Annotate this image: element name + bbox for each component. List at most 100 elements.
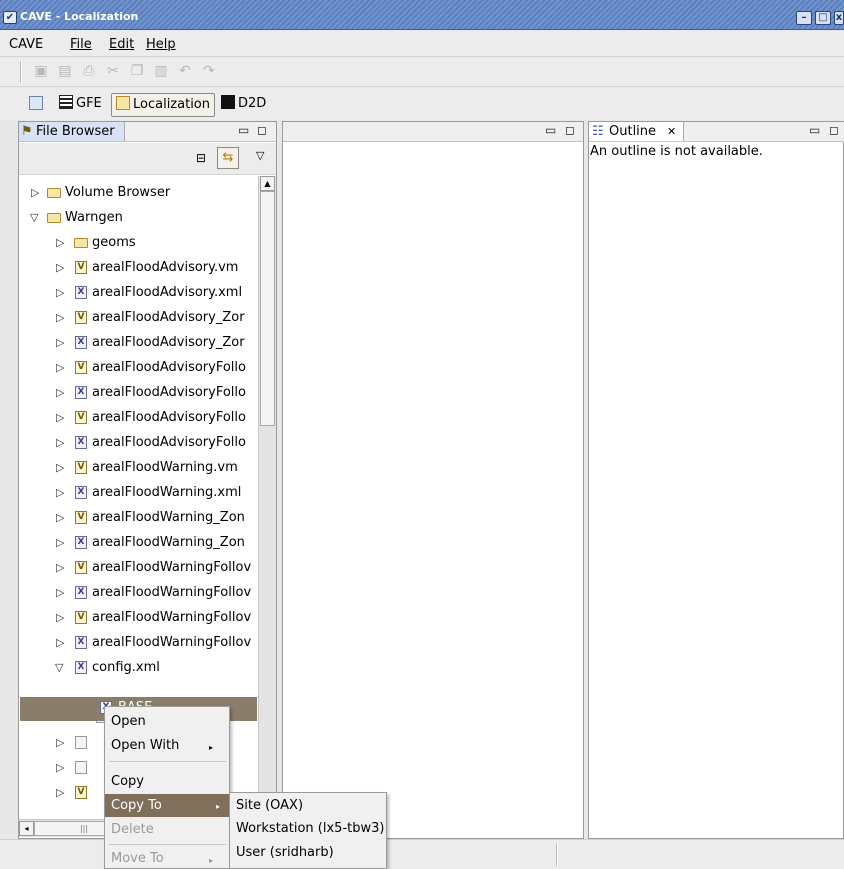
expand-icon[interactable]: ▷ <box>56 506 64 530</box>
tree-item-file[interactable]: ▷ V arealFloodAdvisory_Zor <box>19 306 258 330</box>
file-icon <box>75 761 87 774</box>
collapse-all-icon[interactable]: ⊟ <box>196 151 206 165</box>
expand-icon[interactable]: ▷ <box>56 781 64 805</box>
tree-item-file[interactable]: ▷ X arealFloodWarning.xml <box>19 481 258 505</box>
xml-file-icon: X <box>75 661 87 674</box>
tree-vertical-scrollbar[interactable]: ▲ <box>258 176 276 819</box>
expand-icon[interactable]: ▷ <box>56 306 64 330</box>
tree-item-geoms[interactable]: ▷ geoms <box>19 231 258 255</box>
menu-cave[interactable]: CAVE <box>9 37 43 52</box>
submenu-arrow-icon: ▸ <box>209 743 214 752</box>
maximize-view-icon[interactable]: ◻ <box>257 123 269 137</box>
tree-item-label: arealFloodWarning.vm <box>92 460 238 475</box>
tree-item-file[interactable]: ▷ X arealFloodWarningFollov <box>19 581 258 605</box>
context-menu: Open Open With ▸ Copy Copy To ▸ Delete M… <box>104 706 230 869</box>
scroll-thumb[interactable] <box>260 191 275 426</box>
cut-icon[interactable]: ✂ <box>105 62 121 80</box>
tree-item-file[interactable]: ▷ V arealFloodWarning_Zon <box>19 506 258 530</box>
perspective-localization-label: Localization <box>133 97 210 112</box>
menu-edit[interactable]: Edit <box>109 37 134 52</box>
xml-file-icon: X <box>75 436 87 449</box>
expand-icon[interactable]: ▷ <box>56 331 64 355</box>
tree-item-volume-browser[interactable]: ▷ Volume Browser <box>19 181 258 205</box>
link-with-editor-icon[interactable]: ⇆ <box>217 147 239 169</box>
expand-icon[interactable]: ▷ <box>56 556 64 580</box>
file-browser-title: File Browser <box>36 124 115 139</box>
submenu-item-workstation[interactable]: Workstation (lx5-tbw3) <box>230 817 386 840</box>
menu-item-delete[interactable]: Delete <box>105 818 229 841</box>
scroll-up-icon[interactable]: ▲ <box>260 176 275 191</box>
tree-item-warngen[interactable]: ▽ Warngen <box>19 206 258 230</box>
maximize-view-icon[interactable]: ◻ <box>829 123 841 137</box>
close-icon[interactable]: x <box>834 11 844 25</box>
expand-icon[interactable]: ▷ <box>56 231 64 255</box>
expand-icon[interactable]: ▷ <box>56 256 64 280</box>
maximize-view-icon[interactable]: ◻ <box>565 123 577 137</box>
expand-icon[interactable]: ▷ <box>56 731 64 755</box>
velocity-file-icon: V <box>75 361 87 374</box>
tree-item-file[interactable]: ▷ V arealFloodAdvisoryFollo <box>19 406 258 430</box>
tree-item-config-xml[interactable]: ▽ X config.xml <box>19 656 258 680</box>
perspective-localization[interactable]: Localization <box>111 93 215 117</box>
minimize-view-icon[interactable]: ▭ <box>238 123 251 137</box>
tree-item-file[interactable]: ▷ V arealFloodAdvisory.vm <box>19 256 258 280</box>
xml-file-icon: X <box>75 586 87 599</box>
expand-icon[interactable]: ▷ <box>56 406 64 430</box>
minimize-view-icon[interactable]: ▭ <box>809 123 822 137</box>
expand-icon[interactable]: ▷ <box>56 381 64 405</box>
expand-icon[interactable]: ▷ <box>56 581 64 605</box>
menu-item-open[interactable]: Open <box>105 710 229 733</box>
perspective-gfe[interactable]: GFE <box>55 93 106 117</box>
perspective-d2d[interactable]: D2D <box>217 93 270 117</box>
expand-icon[interactable]: ▷ <box>56 356 64 380</box>
tree-item-file[interactable]: ▷ X arealFloodAdvisory_Zor <box>19 331 258 355</box>
tree-item-file[interactable]: ▷ X arealFloodAdvisoryFollo <box>19 381 258 405</box>
expand-icon[interactable]: ▷ <box>56 631 64 655</box>
open-perspective-icon[interactable] <box>25 94 47 118</box>
close-view-icon[interactable]: ✕ <box>667 125 676 138</box>
paste-icon[interactable]: ▥ <box>153 62 169 80</box>
undo-icon[interactable]: ↶ <box>177 62 193 80</box>
menu-help[interactable]: Help <box>146 37 176 52</box>
tree-item-file[interactable]: ▷ X arealFloodWarning_Zon <box>19 531 258 555</box>
expand-icon[interactable]: ▷ <box>56 431 64 455</box>
minimize-view-icon[interactable]: ▭ <box>545 123 558 137</box>
scroll-left-icon[interactable]: ◂ <box>19 821 34 836</box>
expand-icon[interactable]: ▷ <box>56 456 64 480</box>
expand-icon[interactable]: ▷ <box>56 481 64 505</box>
menu-file[interactable]: File <box>70 37 92 52</box>
expand-icon[interactable]: ▷ <box>56 281 64 305</box>
expand-icon[interactable]: ▷ <box>56 756 64 780</box>
file-browser-header: ⚑ File Browser ▭ ◻ <box>19 122 276 142</box>
collapse-icon[interactable]: ▽ <box>30 206 38 230</box>
xml-file-icon: X <box>75 386 87 399</box>
submenu-arrow-icon: ▸ <box>209 856 214 865</box>
minimize-icon[interactable]: – <box>796 11 812 25</box>
expand-icon[interactable]: ▷ <box>56 531 64 555</box>
menu-item-copy-to[interactable]: Copy To <box>105 794 229 817</box>
tree-item-file[interactable]: ▷ V arealFloodWarningFollov <box>19 556 258 580</box>
window-menu-icon[interactable]: ✔ <box>3 11 17 24</box>
submenu-item-site[interactable]: Site (OAX) <box>230 794 386 817</box>
print-icon[interactable]: ⎙ <box>81 62 97 80</box>
copy-icon[interactable]: ❐ <box>129 62 145 80</box>
tree-item-file[interactable]: ▷ X arealFloodWarningFollov <box>19 631 258 655</box>
maximize-icon[interactable]: □ <box>815 11 831 25</box>
save-icon[interactable]: ▣ <box>33 62 49 80</box>
outline-title: Outline <box>609 124 657 139</box>
redo-icon[interactable]: ↷ <box>201 62 217 80</box>
collapse-icon[interactable]: ▽ <box>55 656 63 680</box>
tree-item-file[interactable]: ▷ V arealFloodWarningFollov <box>19 606 258 630</box>
tree-item-file[interactable]: ▷ X arealFloodAdvisory.xml <box>19 281 258 305</box>
tree-item-file[interactable]: ▷ V arealFloodWarning.vm <box>19 456 258 480</box>
tree-item-label: geoms <box>92 235 136 250</box>
editor-area-header: ▭ ◻ <box>283 122 583 142</box>
view-menu-icon[interactable]: ▽ <box>256 149 264 162</box>
menu-item-copy[interactable]: Copy <box>105 770 229 793</box>
tree-item-file[interactable]: ▷ X arealFloodAdvisoryFollo <box>19 431 258 455</box>
expand-icon[interactable]: ▷ <box>31 181 39 205</box>
save-all-icon[interactable]: ▤ <box>57 62 73 80</box>
expand-icon[interactable]: ▷ <box>56 606 64 630</box>
tree-item-file[interactable]: ▷ V arealFloodAdvisoryFollo <box>19 356 258 380</box>
submenu-item-user[interactable]: User (sridharb) <box>230 841 386 864</box>
